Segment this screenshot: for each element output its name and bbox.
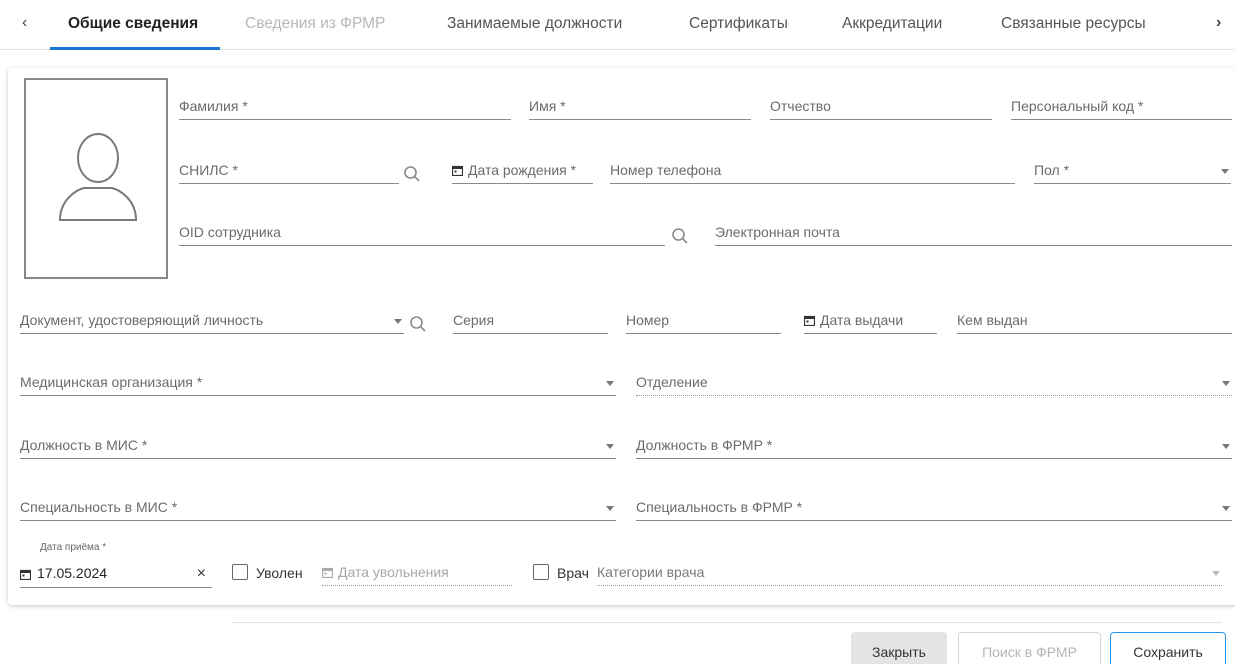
tab-certificates[interactable]: Сертификаты [689,15,788,33]
save-button[interactable]: Сохранить [1110,632,1226,664]
hire-date-value: 17.05.2024 [37,565,108,581]
doctor-label: Врач [557,565,589,581]
chevron-down-icon [1222,444,1230,449]
employee-form-card [8,68,1235,605]
position-frmr-select[interactable]: Должность в ФРМР * [636,431,1232,459]
tabs-prev-arrow-icon[interactable]: ‹ [22,14,27,32]
gender-select[interactable]: Пол * [1034,156,1231,184]
personal-code-field[interactable]: Персональный код * [1011,92,1232,120]
dismissed-label: Уволен [256,565,303,581]
phone-label: Номер телефона [610,162,722,178]
snils-search-icon[interactable] [403,165,421,183]
clear-icon[interactable]: × [197,565,206,583]
phone-field[interactable]: Номер телефона [610,156,1015,184]
close-button[interactable]: Закрыть [851,632,947,664]
specialty-frmr-select[interactable]: Специальность в ФРМР * [636,493,1232,521]
search-frmr-button: Поиск в ФРМР [958,632,1101,664]
calendar-icon [322,567,333,578]
issued-by-label: Кем выдан [957,312,1028,328]
tab-general-info[interactable]: Общие сведения [68,15,198,33]
chevron-down-icon [606,381,614,386]
snils-label: СНИЛС * [179,162,238,178]
chevron-down-icon [1212,571,1220,576]
position-mis-select[interactable]: Должность в МИС * [20,431,616,459]
series-field[interactable]: Серия [453,306,608,334]
specialty-mis-select[interactable]: Специальность в МИС * [20,493,616,521]
position-frmr-label: Должность в ФРМР * [636,437,773,453]
number-field[interactable]: Номер [626,306,781,334]
id-document-label: Документ, удостоверяющий личность [20,312,264,328]
department-label: Отделение [636,374,708,390]
tab-frmr-info: Сведения из ФРМР [245,15,386,32]
active-tab-indicator [50,47,220,50]
oid-search-icon[interactable] [671,227,689,245]
med-org-label: Медицинская организация * [20,374,203,390]
gender-label: Пол * [1034,162,1070,178]
chevron-down-icon [1222,506,1230,511]
doctor-category-label: Категории врача [597,564,705,580]
personal-code-label: Персональный код * [1011,98,1144,114]
issue-date-label: Дата выдачи [820,312,904,328]
specialty-frmr-label: Специальность в ФРМР * [636,499,803,515]
tab-accreditations[interactable]: Аккредитации [842,15,942,33]
patronymic-field[interactable]: Отчество [770,92,992,120]
position-mis-label: Должность в МИС * [20,437,148,453]
series-label: Серия [453,312,495,328]
user-avatar-icon [58,133,138,221]
med-org-select[interactable]: Медицинская организация * [20,368,616,396]
dismissed-checkbox[interactable] [232,564,248,580]
issued-by-field[interactable]: Кем выдан [957,306,1232,334]
chevron-down-icon [606,444,614,449]
chevron-down-icon [394,319,402,324]
last-name-label: Фамилия * [179,98,248,114]
id-document-select[interactable]: Документ, удостоверяющий личность [20,306,404,334]
tab-bar: ‹ Общие сведения Сведения из ФРМР Занима… [0,0,1235,50]
employee-photo[interactable] [24,78,168,279]
employee-oid-field[interactable]: OID сотрудника [179,218,665,246]
doctor-category-select: Категории врача [597,558,1222,586]
first-name-field[interactable]: Имя * [529,92,751,120]
hire-date-field[interactable]: 17.05.2024 × [20,560,212,588]
dismissal-date-label: Дата увольнения [338,564,449,580]
id-document-search-icon[interactable] [409,315,427,333]
chevron-down-icon [606,506,614,511]
hire-date-label: Дата приёма * [40,542,107,553]
calendar-icon [804,315,815,326]
email-field[interactable]: Электронная почта [715,218,1232,246]
snils-field[interactable]: СНИЛС * [179,156,399,184]
patronymic-label: Отчество [770,98,831,114]
chevron-down-icon [1222,381,1230,386]
tab-positions[interactable]: Занимаемые должности [447,15,622,33]
tab-related-resources[interactable]: Связанные ресурсы [1001,15,1146,33]
dismissal-date-field: Дата увольнения [322,558,512,586]
employee-oid-label: OID сотрудника [179,224,281,240]
chevron-down-icon [1221,169,1229,174]
specialty-mis-label: Специальность в МИС * [20,499,178,515]
last-name-field[interactable]: Фамилия * [179,92,511,120]
issue-date-field[interactable]: Дата выдачи [804,306,937,334]
calendar-icon [20,569,31,580]
email-label: Электронная почта [715,224,840,240]
department-select[interactable]: Отделение [636,368,1232,396]
first-name-label: Имя * [529,98,566,114]
calendar-icon [452,165,463,176]
number-label: Номер [626,312,670,328]
tabs-next-arrow-icon[interactable]: › [1216,14,1221,32]
footer-divider [232,622,1222,623]
birth-date-field[interactable]: Дата рождения * [452,156,593,184]
birth-date-label: Дата рождения * [468,162,577,178]
doctor-checkbox[interactable] [533,564,549,580]
